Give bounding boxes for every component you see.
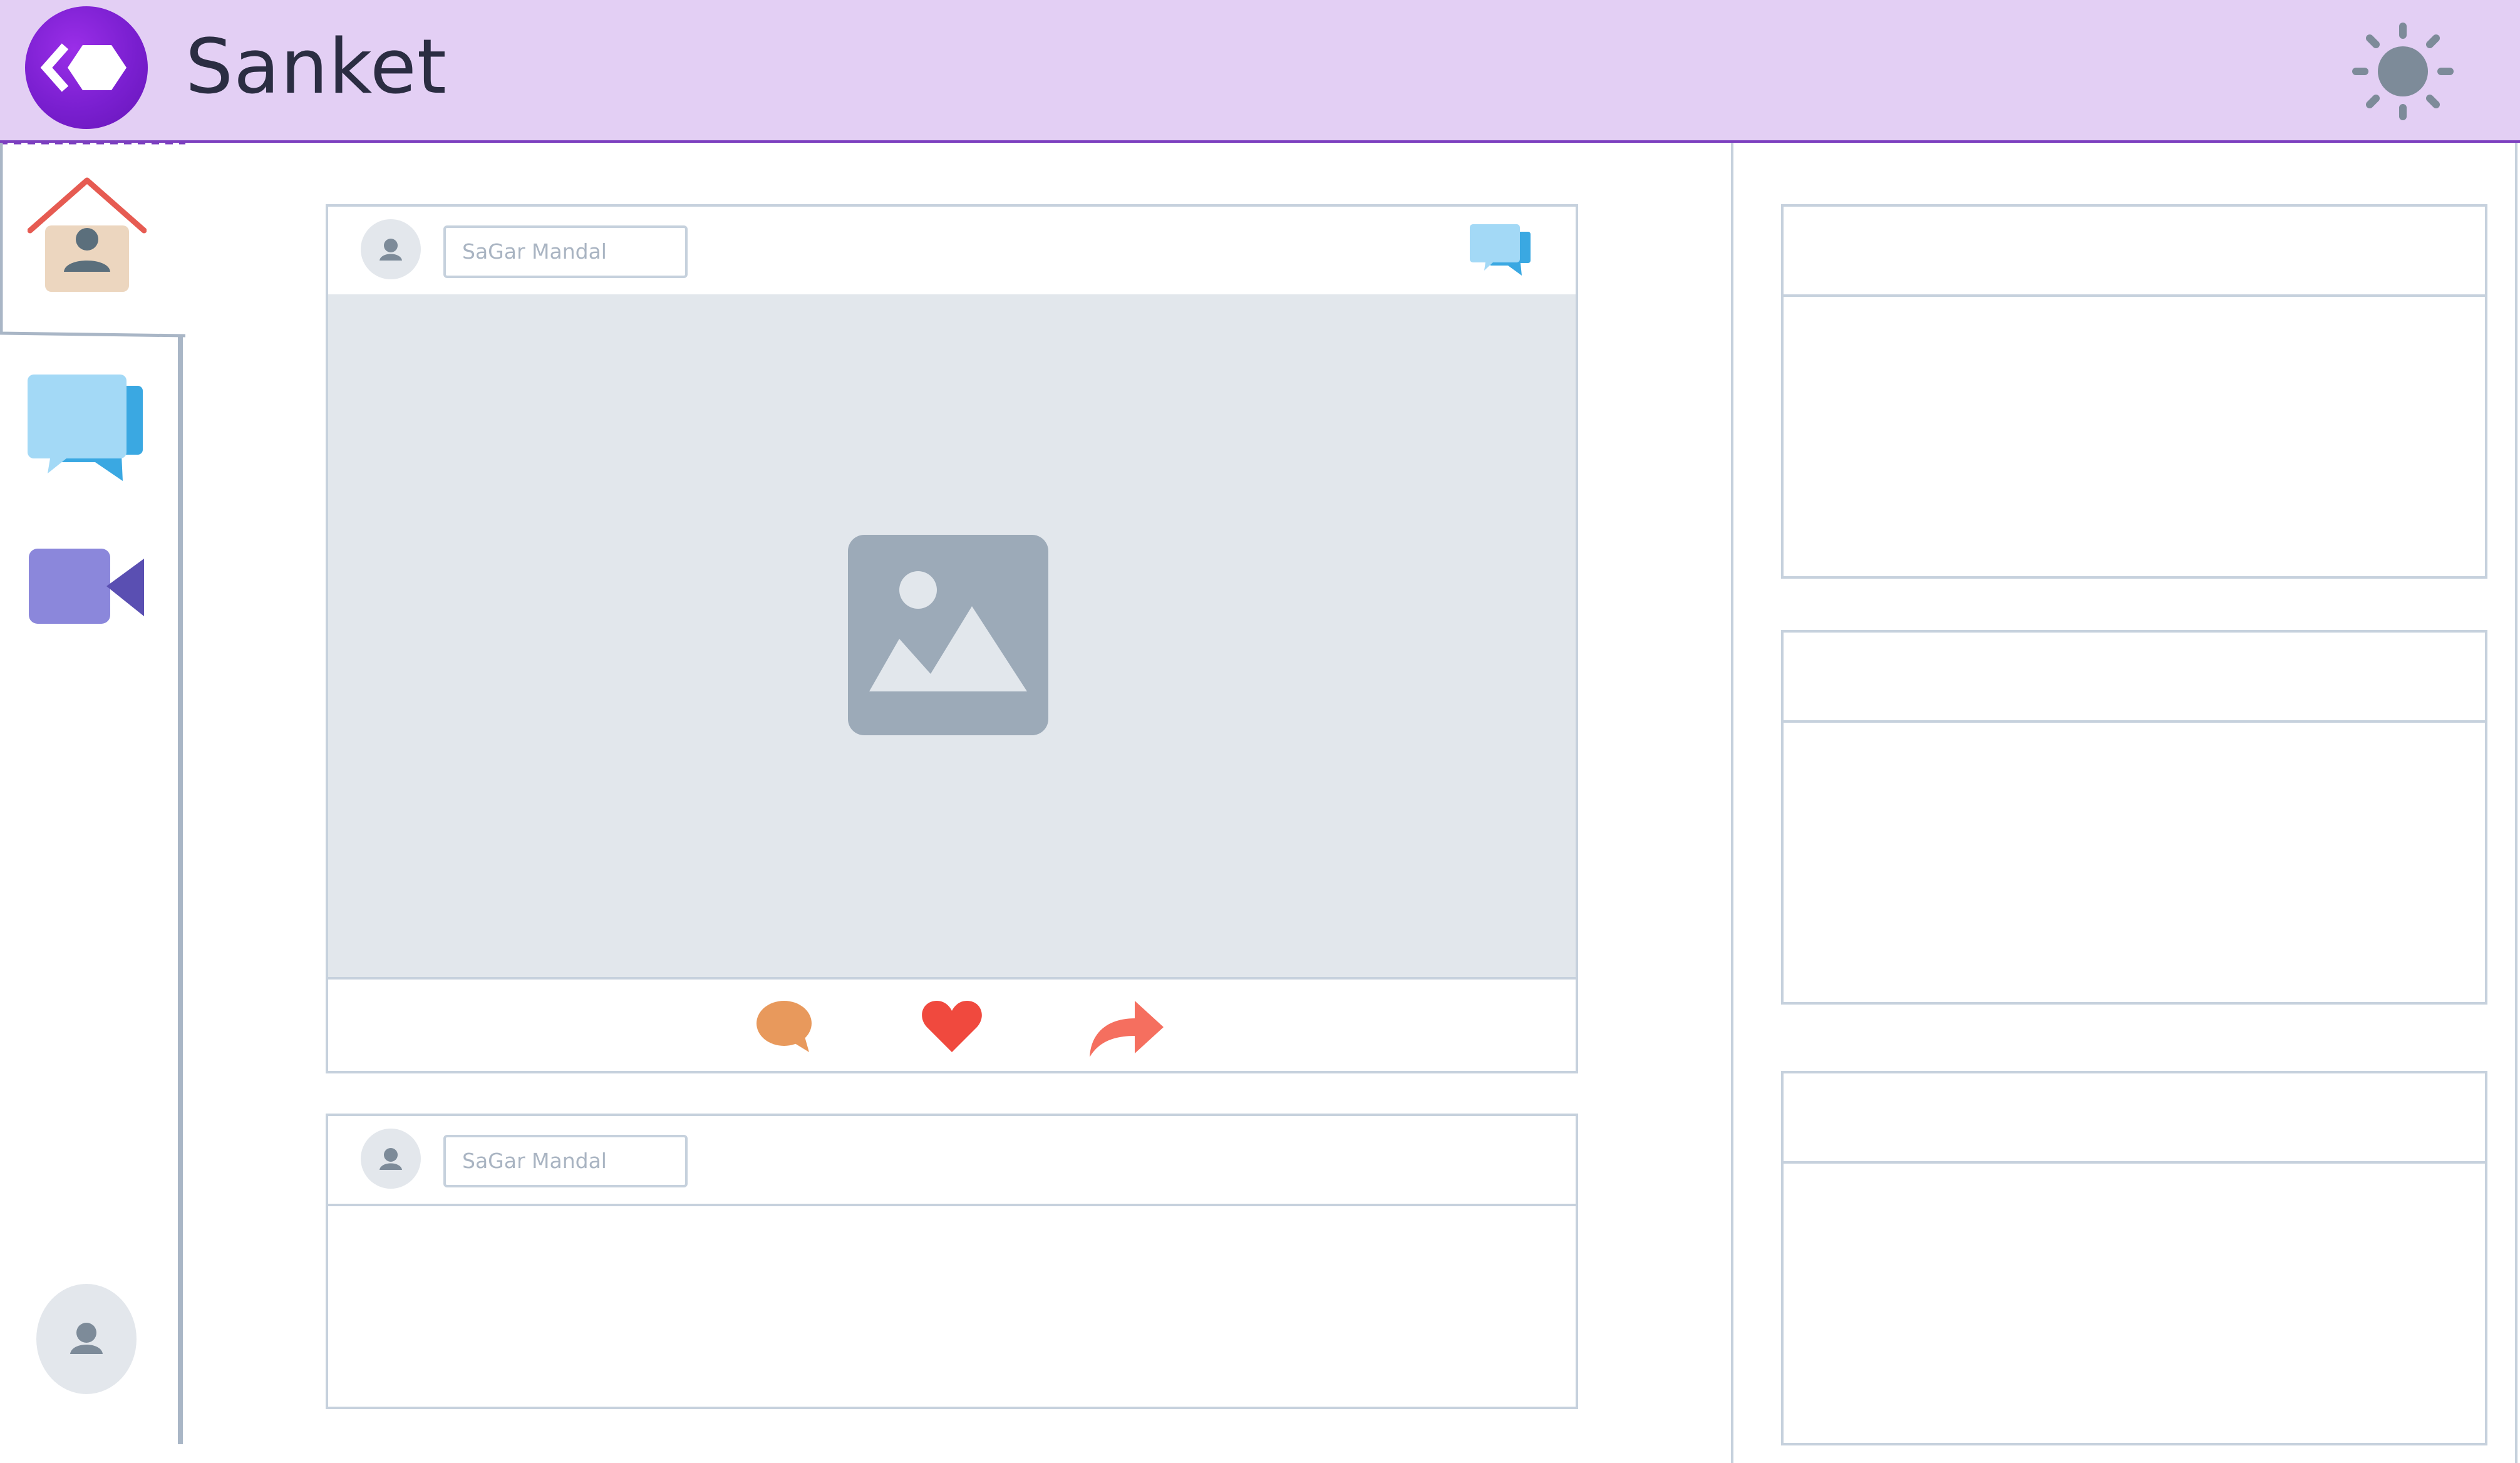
user-icon bbox=[380, 239, 402, 261]
post-card: SaGar Mandal bbox=[326, 1114, 1578, 1409]
sidebar-divider bbox=[178, 336, 183, 1444]
avatar[interactable] bbox=[361, 1129, 421, 1189]
post-media[interactable] bbox=[328, 294, 1576, 977]
widget-header bbox=[1784, 207, 2485, 297]
home-icon bbox=[27, 177, 147, 296]
sidebar-item-chat[interactable] bbox=[25, 368, 150, 494]
avatar[interactable] bbox=[361, 219, 421, 279]
diamond-logo-icon[interactable] bbox=[25, 6, 148, 129]
post-body bbox=[328, 1204, 1576, 1407]
post-card: SaGar Mandal bbox=[326, 204, 1578, 1073]
app-title: Sanket bbox=[185, 24, 447, 111]
share-icon[interactable] bbox=[1087, 997, 1165, 1060]
post-header: SaGar Mandal bbox=[328, 1116, 1576, 1206]
right-panel-divider bbox=[1731, 143, 1733, 1463]
user-icon bbox=[380, 1148, 402, 1170]
post-author-field[interactable]: SaGar Mandal bbox=[443, 1135, 688, 1187]
widget-header bbox=[1784, 1073, 2485, 1164]
right-edge-border bbox=[2515, 143, 2517, 1463]
user-avatar[interactable] bbox=[36, 1284, 137, 1394]
right-widget bbox=[1781, 1071, 2487, 1445]
user-icon bbox=[70, 1323, 103, 1354]
sun-icon[interactable] bbox=[2350, 21, 2456, 121]
sidebar-item-home[interactable] bbox=[0, 141, 186, 338]
app-header: Sanket bbox=[0, 0, 2520, 143]
sidebar-item-video[interactable] bbox=[25, 530, 150, 655]
image-icon bbox=[848, 535, 1048, 735]
right-widget bbox=[1781, 204, 2487, 579]
video-camera-icon bbox=[29, 549, 144, 624]
heart-icon[interactable] bbox=[921, 1000, 983, 1056]
chat-icon bbox=[28, 375, 143, 481]
post-actions bbox=[328, 977, 1576, 1071]
post-header: SaGar Mandal bbox=[328, 207, 1576, 297]
chat-icon[interactable] bbox=[1469, 222, 1532, 278]
comment-icon[interactable] bbox=[755, 998, 818, 1055]
post-author-field[interactable]: SaGar Mandal bbox=[443, 225, 688, 278]
widget-header bbox=[1784, 633, 2485, 723]
right-widget bbox=[1781, 630, 2487, 1005]
